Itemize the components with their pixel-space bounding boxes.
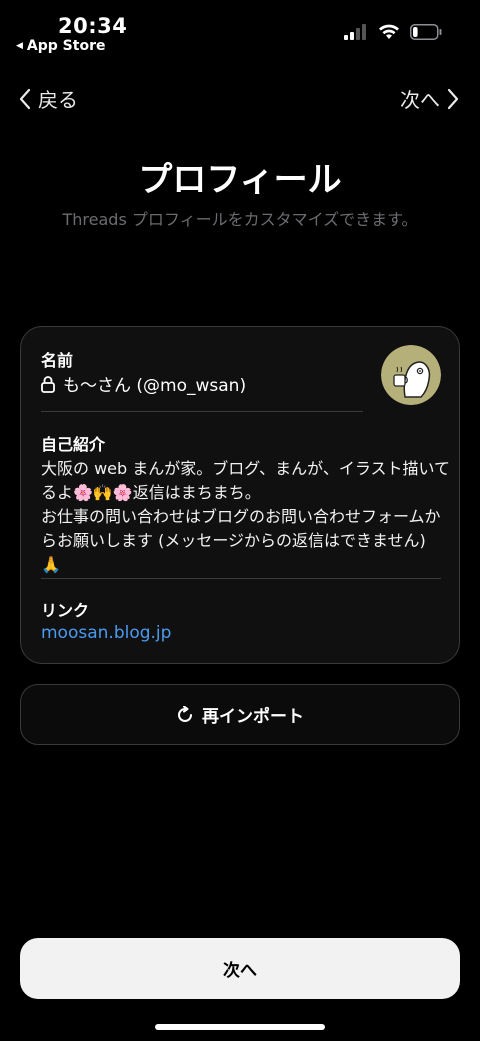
divider xyxy=(41,578,441,579)
link-label: リンク xyxy=(41,601,90,620)
link-value[interactable]: moosan.blog.jp xyxy=(41,623,171,643)
battery-icon xyxy=(410,24,442,40)
reimport-label: 再インポート xyxy=(202,707,304,727)
back-app-label: App Store xyxy=(26,38,106,54)
name-label: 名前 xyxy=(41,351,74,370)
name-value: も〜さん (@mo_wsan) xyxy=(63,376,247,396)
signal-icon xyxy=(344,24,366,40)
wifi-icon xyxy=(379,24,399,39)
profile-card: 名前 も〜さん (@mo_wsan) 自己紹介 大阪の web まんが家。ブログ… xyxy=(20,326,460,664)
status-icons xyxy=(344,24,442,40)
back-label: 戻る xyxy=(38,88,78,112)
name-field[interactable]: も〜さん (@mo_wsan) xyxy=(41,371,246,396)
reimport-button[interactable]: 再インポート xyxy=(20,684,460,745)
divider xyxy=(41,411,363,412)
next-nav-button[interactable]: 次へ xyxy=(400,84,460,113)
status-time: 20:34 xyxy=(58,14,128,38)
back-button[interactable]: 戻る xyxy=(18,84,78,113)
home-indicator xyxy=(155,1024,325,1030)
refresh-icon xyxy=(178,705,192,722)
avatar-illustration xyxy=(381,345,441,405)
status-bar: 20:34 ◀ App Store xyxy=(0,0,480,60)
lock-icon xyxy=(41,375,55,393)
next-nav-label: 次へ xyxy=(400,88,440,112)
next-button[interactable]: 次へ xyxy=(20,938,460,999)
nav-bar: 戻る 次へ xyxy=(0,84,480,116)
chevron-left-icon xyxy=(19,88,31,109)
page-subtitle: Threads プロフィールをカスタマイズできます。 xyxy=(62,210,418,229)
chevron-right-icon xyxy=(447,88,459,109)
back-triangle-icon: ◀ xyxy=(16,41,23,51)
avatar[interactable] xyxy=(381,345,441,405)
page-title: プロフィール xyxy=(138,160,342,200)
bio-text[interactable]: 大阪の web まんが家。ブログ、まんが、イラスト描いてるよ🌸🙌🌸返信はまちまち… xyxy=(41,457,451,577)
bio-label: 自己紹介 xyxy=(41,435,106,454)
back-to-app-store[interactable]: ◀ App Store xyxy=(16,38,105,54)
